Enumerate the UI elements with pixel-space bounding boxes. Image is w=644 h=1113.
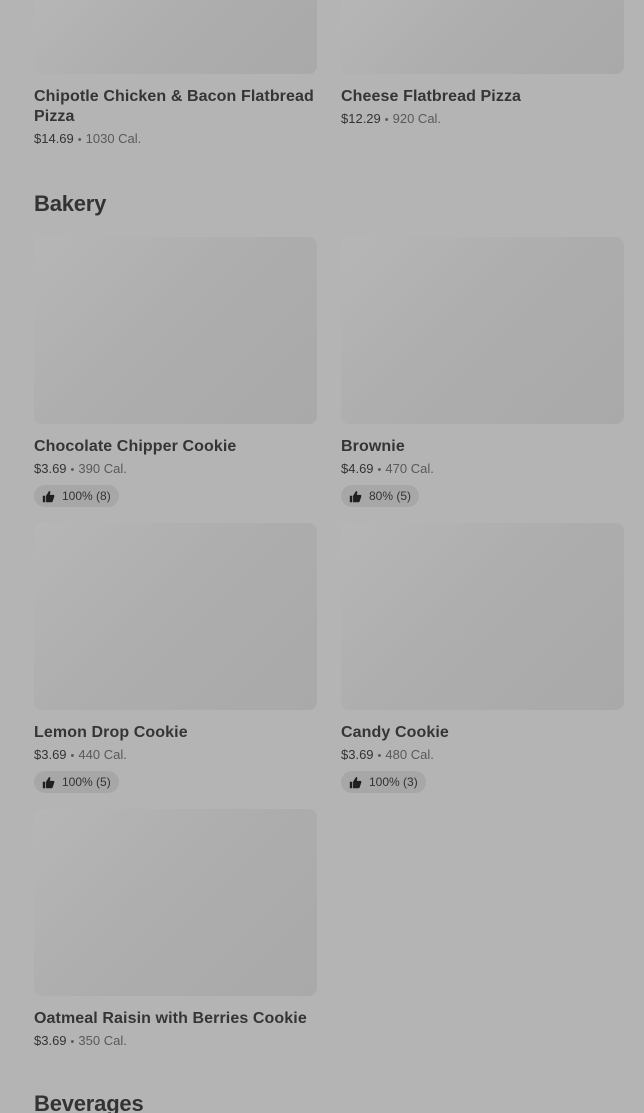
item-price: $4.69 [341, 461, 374, 476]
menu-item-card[interactable]: Cheese Flatbread Pizza $12.29 • 920 Cal. [341, 0, 624, 129]
thumbs-up-icon [349, 776, 362, 788]
item-calories: 1030 Cal. [85, 131, 142, 146]
item-image[interactable] [34, 523, 317, 710]
menu-item-card[interactable]: Candy Cookie $3.69 • 480 Cal. 100% (3) [341, 523, 624, 794]
item-meta: $14.69 • 1030 Cal. [34, 130, 317, 149]
item-price: $14.69 [34, 131, 74, 146]
item-name: Lemon Drop Cookie [34, 724, 188, 741]
item-meta: $3.69 • 480 Cal. [341, 746, 624, 765]
item-price: $12.29 [341, 111, 381, 126]
section-title-beverages: Beverages [34, 1091, 144, 1113]
item-calories: 470 Cal. [385, 461, 434, 476]
item-meta: $12.29 • 920 Cal. [341, 110, 624, 129]
thumbs-up-icon [349, 490, 362, 502]
item-name: Chocolate Chipper Cookie [34, 438, 237, 455]
item-meta: $3.69 • 440 Cal. [34, 746, 317, 765]
separator-dot: • [77, 134, 82, 146]
rating-text: 100% (3) [369, 775, 418, 789]
item-image[interactable] [34, 237, 317, 424]
item-name: Oatmeal Raisin with Berries Cookie [34, 1010, 307, 1027]
item-image[interactable] [341, 237, 624, 424]
separator-dot: • [384, 114, 389, 126]
item-calories: 390 Cal. [78, 461, 127, 476]
item-meta: $3.69 • 350 Cal. [34, 1032, 317, 1051]
item-price: $3.69 [34, 461, 67, 476]
menu-item-card[interactable]: Chipotle Chicken & Bacon Flatbread Pizza… [34, 0, 317, 149]
item-calories: 350 Cal. [78, 1033, 127, 1048]
item-name: Brownie [341, 438, 405, 455]
item-name: Candy Cookie [341, 724, 449, 741]
thumbs-up-icon [42, 776, 55, 788]
thumbs-up-icon [42, 490, 55, 502]
rating-text: 80% (5) [369, 489, 412, 503]
menu-item-card[interactable]: Chocolate Chipper Cookie $3.69 • 390 Cal. … [34, 237, 317, 508]
item-image[interactable] [341, 0, 624, 74]
separator-dot: • [70, 1036, 75, 1048]
item-price: $3.69 [341, 747, 374, 762]
separator-dot: • [377, 750, 382, 762]
item-calories: 440 Cal. [78, 747, 127, 762]
item-image[interactable] [341, 523, 624, 710]
item-price: $3.69 [34, 747, 67, 762]
rating-badge: 100% (8) [34, 485, 119, 507]
item-calories: 920 Cal. [392, 111, 442, 126]
rating-badge: 100% (5) [34, 771, 119, 793]
item-meta: $3.69 • 390 Cal. [34, 460, 317, 479]
menu-page: Chipotle Chicken & Bacon Flatbread Pizza… [0, 0, 644, 1113]
menu-item-card[interactable]: Brownie $4.69 • 470 Cal. 80% (5) [341, 237, 624, 508]
item-name: Chipotle Chicken & Bacon Flatbread Pizza [34, 88, 314, 125]
separator-dot: • [70, 750, 75, 762]
item-image[interactable] [34, 0, 317, 74]
item-calories: 480 Cal. [385, 747, 434, 762]
menu-item-card[interactable]: Lemon Drop Cookie $3.69 • 440 Cal. 100% (5… [34, 523, 317, 794]
item-price: $3.69 [34, 1033, 67, 1048]
separator-dot: • [70, 464, 75, 476]
separator-dot: • [377, 464, 382, 476]
menu-item-card[interactable]: Oatmeal Raisin with Berries Cookie $3.69… [34, 809, 317, 1051]
item-image[interactable] [34, 809, 317, 996]
item-name: Cheese Flatbread Pizza [341, 88, 522, 105]
section-title-bakery: Bakery [34, 191, 107, 216]
rating-text: 100% (5) [62, 775, 111, 789]
rating-badge: 80% (5) [341, 485, 420, 507]
rating-text: 100% (8) [62, 489, 111, 503]
rating-badge: 100% (3) [341, 771, 426, 793]
item-meta: $4.69 • 470 Cal. [341, 460, 624, 479]
